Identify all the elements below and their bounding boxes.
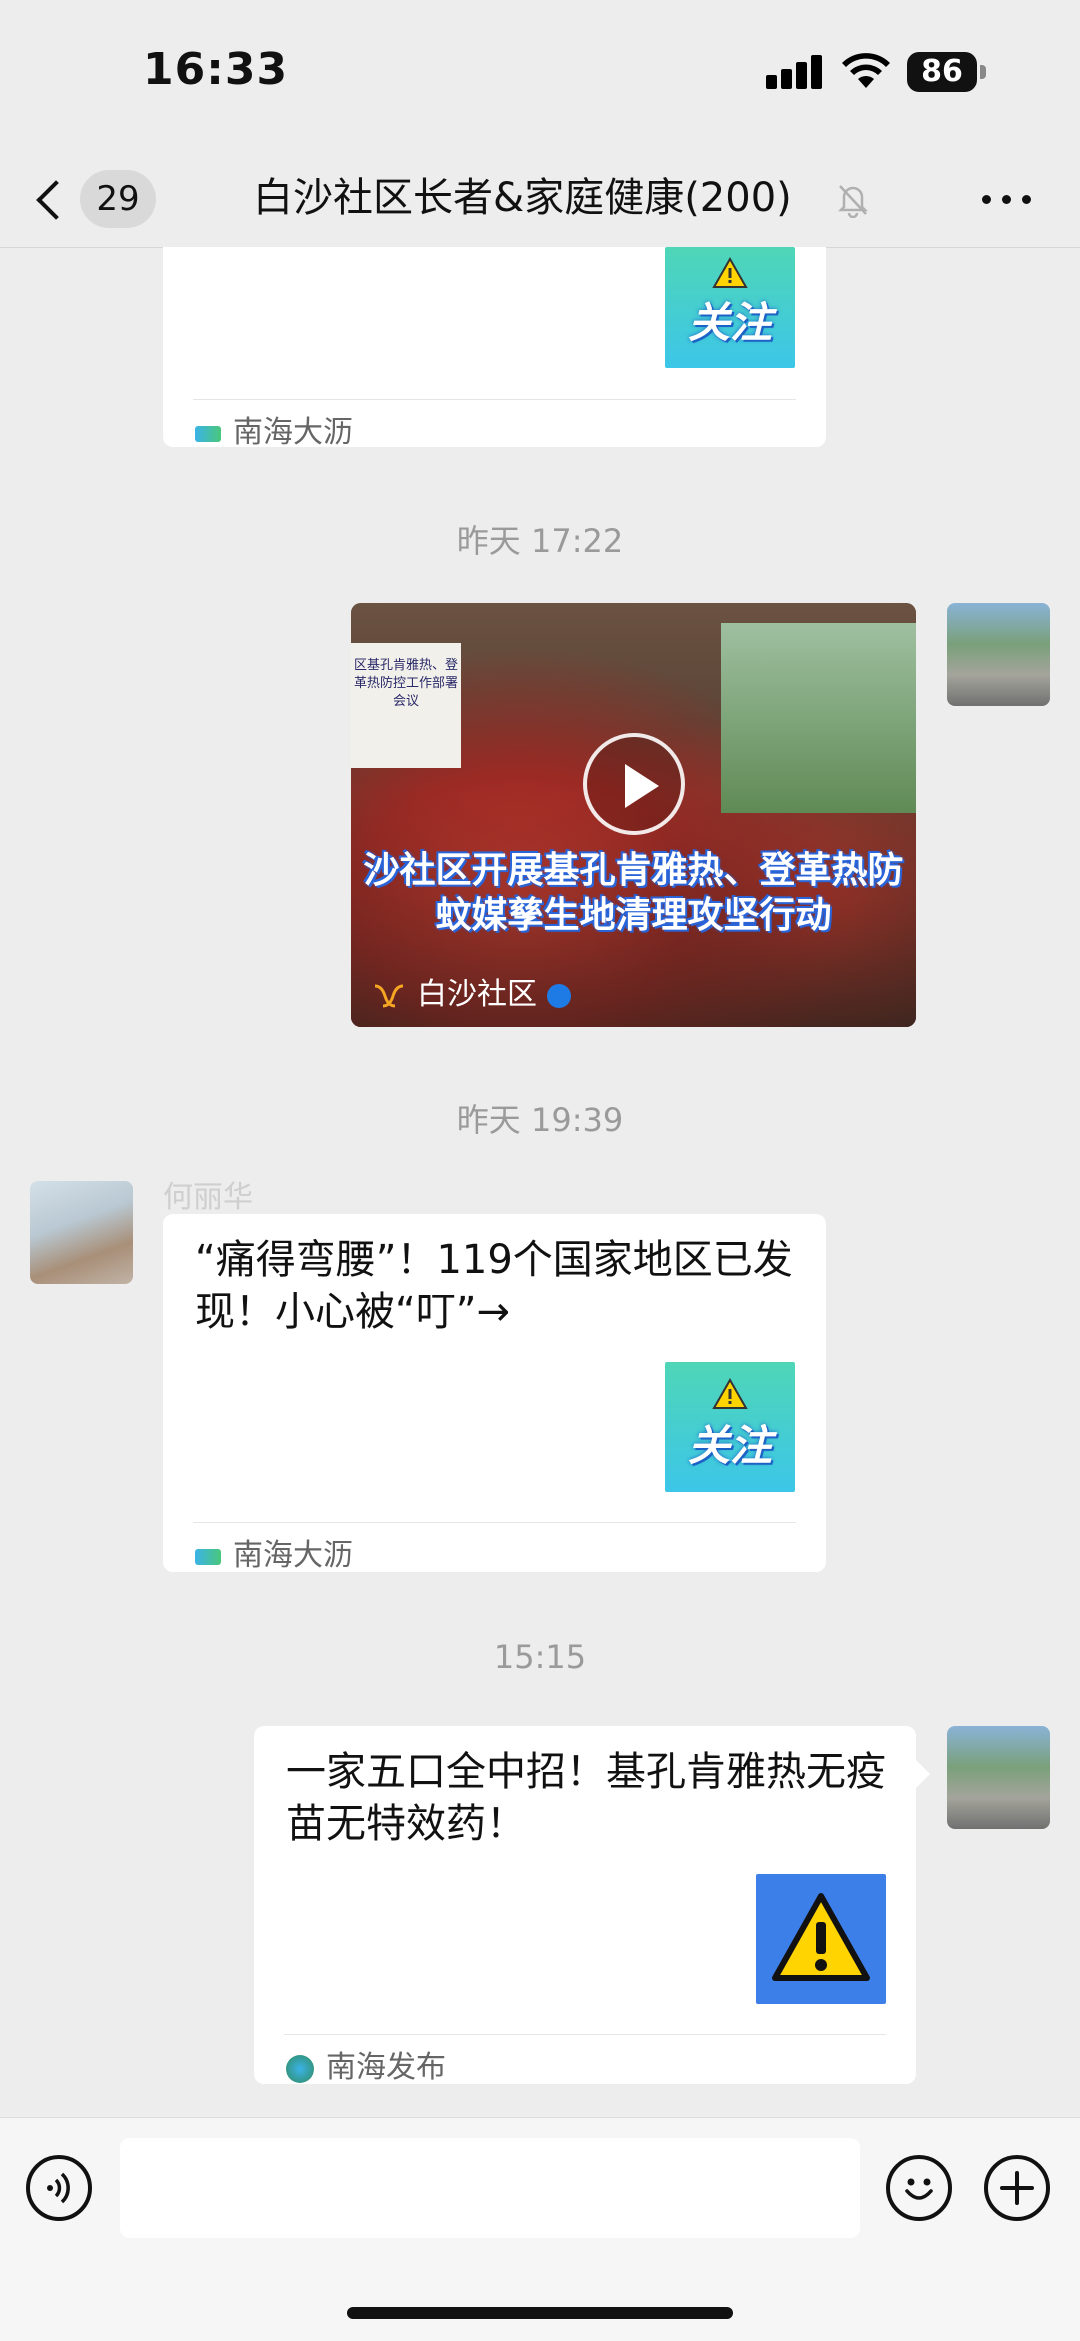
back-chevron-icon — [36, 180, 76, 220]
article-card[interactable]: 一家五口全中招！基孔肯雅热无疫苗无特效药！ 南海发布 — [254, 1726, 916, 2086]
wifi-icon — [842, 53, 890, 88]
verified-icon — [547, 983, 571, 1008]
message-timestamp: 昨天 17:22 — [456, 522, 624, 560]
unread-count-badge: 29 — [80, 170, 156, 228]
video-caption-line2: 蚊媒孳生地清理攻坚行动 — [435, 895, 832, 936]
more-dots-icon — [982, 195, 991, 204]
back-button[interactable]: 29 — [36, 164, 156, 234]
video-window — [721, 623, 916, 813]
article-card[interactable]: “痛得弯腰”！119个国家地区已发现！小心被“叮”→ 关注 南海大沥 — [163, 1214, 826, 1574]
more-options-button[interactable] — [978, 180, 1038, 220]
my-avatar[interactable] — [947, 603, 1050, 706]
sender-avatar[interactable] — [30, 1181, 133, 1284]
play-button[interactable] — [583, 733, 685, 835]
article-thumbnail: 关注 — [665, 1362, 795, 1492]
source-logo-icon — [286, 2054, 314, 2083]
channel-video-card[interactable]: 区基孔肯雅热、登革热防控工作部署会议 沙社区开展基孔肯雅热、登革热防 蚊媒孳生地… — [351, 603, 916, 1027]
warning-icon — [712, 257, 748, 288]
video-screen-text: 区基孔肯雅热、登革热防控工作部署会议 — [353, 658, 458, 709]
article-title: “痛得弯腰”！119个国家地区已发现！小心被“叮”→ — [195, 1237, 793, 1335]
message-timestamp: 昨天 19:39 — [456, 1101, 624, 1139]
video-channel: 白沙社区 — [373, 969, 571, 1012]
video-channel-name: 白沙社区 — [417, 977, 537, 1012]
status-bar: 16:33 86 — [0, 0, 1080, 150]
article-source: 南海大沥 — [195, 1530, 353, 1574]
source-logo-icon — [195, 425, 221, 442]
voice-icon — [47, 2172, 70, 2204]
video-projection-screen: 区基孔肯雅热、登革热防控工作部署会议 — [351, 643, 461, 768]
emoji-icon — [905, 2178, 933, 2200]
article-thumbnail: 关注 — [665, 247, 795, 368]
article-title: 一家五口全中招！基孔肯雅热无疫苗无特效药！ — [286, 1749, 886, 1847]
article-thumbnail-label: 关注 — [687, 1421, 772, 1470]
card-divider — [193, 1522, 796, 1523]
more-actions-button[interactable] — [984, 2155, 1050, 2221]
warning-icon — [712, 1378, 748, 1409]
article-card[interactable]: 关注 南海大沥 — [163, 247, 826, 450]
article-source-name: 南海大沥 — [233, 415, 353, 450]
article-source: 南海大沥 — [195, 407, 353, 451]
message-timestamp: 15:15 — [493, 1638, 587, 1676]
channels-logo-icon — [374, 984, 404, 1007]
plus-icon — [1000, 2171, 1034, 2205]
article-source-name: 南海发布 — [326, 2050, 446, 2085]
voice-button[interactable] — [26, 2155, 92, 2221]
status-time: 16:33 — [143, 44, 289, 95]
warning-icon — [772, 1893, 870, 1981]
source-logo-icon — [195, 1548, 221, 1565]
article-thumbnail — [756, 1874, 886, 2004]
my-avatar[interactable] — [947, 1726, 1050, 1829]
cellular-signal-icon — [766, 55, 824, 89]
sender-name: 何丽华 — [163, 1180, 253, 1215]
home-indicator — [347, 2307, 733, 2319]
bubble-tail — [916, 1760, 930, 1788]
article-source: 南海发布 — [286, 2042, 446, 2086]
emoji-button[interactable] — [886, 2155, 952, 2221]
card-divider — [284, 2034, 886, 2035]
chat-title: 白沙社区长者&家庭健康(200) — [253, 175, 792, 221]
battery-icon: 86 — [907, 52, 987, 92]
article-thumbnail-label: 关注 — [687, 298, 772, 347]
article-source-name: 南海大沥 — [233, 1538, 353, 1573]
card-divider — [193, 399, 796, 400]
battery-level: 86 — [907, 52, 977, 92]
play-icon — [625, 764, 659, 808]
chat-header: 29 白沙社区长者&家庭健康(200) — [0, 150, 1080, 248]
message-input[interactable] — [120, 2138, 860, 2238]
bell-muted-icon — [837, 185, 869, 218]
